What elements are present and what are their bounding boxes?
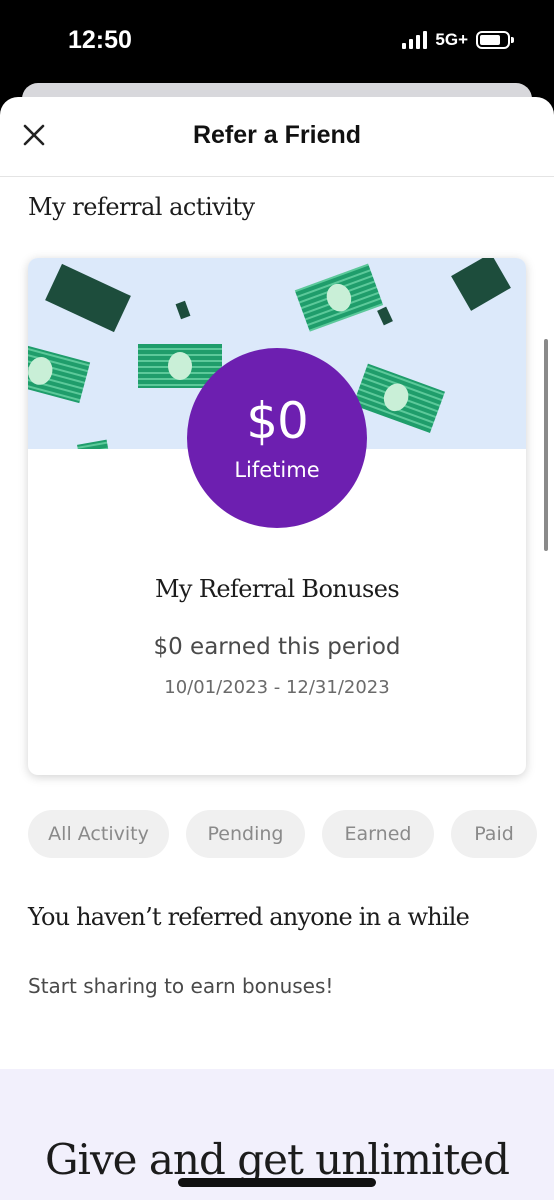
home-indicator [178,1178,376,1187]
lifetime-badge: $0 Lifetime [187,348,367,528]
filter-chip-all-activity[interactable]: All Activity [28,810,169,858]
scrollbar[interactable] [544,339,548,551]
empty-state-subtitle: Start sharing to earn bonuses! [28,974,334,998]
status-time: 12:50 [68,26,132,54]
section-title: My referral activity [28,193,255,221]
filter-chip-earned[interactable]: Earned [322,810,434,858]
status-icons: 5G+ [402,30,514,50]
card-heading: My Referral Bonuses [154,575,400,603]
filter-chip-pending[interactable]: Pending [186,810,305,858]
period-dates: 10/01/2023 - 12/31/2023 [164,677,390,698]
signal-icon [402,31,428,49]
refer-a-friend-sheet: Refer a Friend My referral activity $0 L… [0,97,554,1200]
promo-headline: Give and get unlimited [44,1135,510,1184]
empty-state-title: You haven’t referred anyone in a while [28,903,470,931]
status-bar: 12:50 5G+ [0,0,554,84]
network-label: 5G+ [435,30,468,49]
earned-this-period: $0 earned this period [153,634,401,660]
referral-bonus-card: $0 Lifetime My Referral Bonuses $0 earne… [28,258,526,775]
battery-icon [476,31,514,49]
filter-chip-paid[interactable]: Paid [451,810,537,858]
lifetime-amount: $0 [246,392,309,450]
sheet-header: Refer a Friend [0,97,554,177]
lifetime-label: Lifetime [234,458,320,482]
page-title: Refer a Friend [192,121,362,149]
